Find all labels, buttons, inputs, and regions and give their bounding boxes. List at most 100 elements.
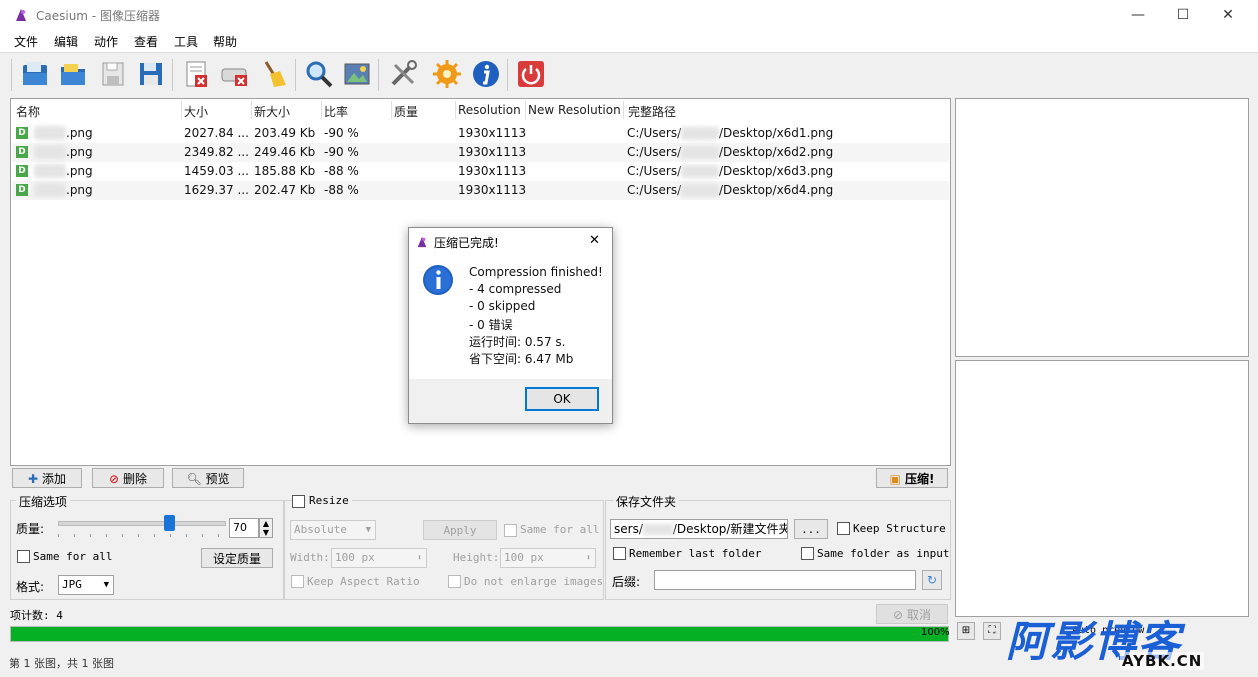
preview-icon[interactable] — [304, 59, 334, 89]
refresh-icon[interactable]: ↻ — [922, 570, 942, 590]
menu-action[interactable]: 动作 — [94, 33, 118, 50]
col-header-ratio[interactable]: 比率 — [324, 103, 348, 120]
column-divider[interactable] — [455, 101, 456, 119]
dialog-title: 压缩已完成! — [434, 236, 499, 250]
cell-new-size: 203.49 Kb — [254, 126, 316, 140]
maximize-button[interactable]: ☐ — [1163, 4, 1203, 26]
quality-slider[interactable] — [58, 515, 226, 538]
actual-size-icon[interactable]: ⛶ — [983, 622, 1001, 640]
table-row[interactable]: D .png 2349.82 ... 249.46 Kb -90 % 1930x… — [12, 143, 949, 162]
spin-arrows-icon[interactable]: ⬍ — [586, 549, 591, 567]
redacted-name — [34, 164, 66, 178]
remember-last-folder-checkbox[interactable] — [613, 547, 626, 560]
same-for-all-checkbox[interactable] — [17, 550, 30, 563]
cell-path-suffix: /Desktop/x6d4.png — [719, 183, 834, 197]
cell-new-size: 202.47 Kb — [254, 183, 316, 197]
resize-same-for-all-checkbox[interactable] — [504, 524, 517, 537]
column-divider[interactable] — [321, 101, 322, 119]
format-select[interactable]: JPG ▼ — [58, 575, 114, 595]
same-folder-as-input-checkbox[interactable] — [801, 547, 814, 560]
forbidden-icon: ⊘ — [109, 472, 120, 486]
suffix-input[interactable] — [654, 570, 916, 590]
resize-mode-value: Absolute — [294, 523, 347, 536]
resize-mode-select[interactable]: Absolute ▼ — [290, 520, 376, 540]
watermark-subtitle: AYBK.CN — [1120, 652, 1205, 670]
width-value: 100 px — [335, 551, 375, 564]
cell-name: .png — [66, 164, 93, 178]
clear-list-icon[interactable] — [220, 59, 250, 89]
table-row[interactable]: D .png 2027.84 ... 203.49 Kb -90 % 1930x… — [12, 124, 949, 143]
column-divider[interactable] — [251, 101, 252, 119]
remove-item-icon[interactable] — [181, 59, 211, 89]
compression-options-legend: 压缩选项 — [16, 493, 71, 510]
toolbar-separator — [507, 59, 508, 91]
col-header-new-resolution[interactable]: New Resolution — [528, 103, 621, 117]
exit-icon[interactable] — [516, 59, 546, 89]
redacted-username — [642, 524, 673, 535]
cell-path-prefix: C:/Users/ — [627, 145, 682, 159]
progress-fill — [11, 627, 948, 641]
apply-resize-button[interactable]: Apply — [423, 520, 497, 540]
chevron-down-icon: ▼ — [365, 525, 371, 535]
open-folder-icon[interactable] — [58, 59, 88, 89]
menu-view[interactable]: 查看 — [134, 33, 158, 50]
compression-finished-dialog: 压缩已完成! ✕ Compression finished! - 4 compr… — [408, 227, 613, 424]
menu-file[interactable]: 文件 — [14, 33, 38, 50]
image-file-icon: D — [16, 184, 28, 196]
info-icon[interactable] — [471, 59, 501, 89]
settings-icon[interactable] — [388, 59, 418, 89]
ok-button[interactable]: OK — [525, 387, 599, 411]
clean-icon[interactable] — [258, 59, 288, 89]
remove-button[interactable]: ⊘ 删除 — [92, 468, 164, 488]
menu-help[interactable]: 帮助 — [213, 33, 237, 50]
dialog-close-button[interactable]: ✕ — [589, 233, 600, 248]
width-input[interactable]: 100 px ⬍ — [331, 548, 427, 568]
save-icon[interactable] — [98, 59, 128, 89]
dialog-message-line: - 0 skipped — [469, 299, 536, 313]
cancel-button[interactable]: ⊘ 取消 — [876, 604, 948, 624]
plugins-icon[interactable] — [432, 59, 462, 89]
fit-to-window-icon[interactable]: ⊞ — [957, 622, 975, 640]
col-header-size[interactable]: 大小 — [184, 103, 208, 120]
col-header-new-size[interactable]: 新大小 — [254, 103, 290, 120]
height-input[interactable]: 100 px ⬍ — [500, 548, 596, 568]
close-window-button[interactable]: ✕ — [1208, 4, 1248, 26]
spin-arrows-icon[interactable]: ⬍ — [417, 549, 422, 567]
keep-aspect-ratio-checkbox[interactable] — [291, 575, 304, 588]
image-preview-icon[interactable] — [342, 59, 372, 89]
slider-thumb[interactable] — [164, 515, 175, 531]
table-row[interactable]: D .png 1629.37 ... 202.47 Kb -88 % 1930x… — [12, 181, 949, 200]
col-header-quality[interactable]: 质量 — [394, 103, 418, 120]
output-folder-input[interactable]: sers/ /Desktop/新建文件夹 — [610, 519, 788, 539]
preview-button[interactable]: 🔍︎ 预览 — [172, 468, 244, 488]
column-divider[interactable] — [623, 101, 624, 119]
info-icon — [423, 265, 453, 295]
resize-legend: Resize — [306, 494, 352, 507]
col-header-name[interactable]: 名称 — [16, 103, 40, 120]
col-header-resolution[interactable]: Resolution — [458, 103, 521, 117]
dialog-body: Compression finished! - 4 compressed - 0… — [409, 256, 612, 379]
add-button-label: 添加 — [41, 472, 66, 486]
minimize-button[interactable]: — — [1118, 4, 1158, 26]
quality-spin-arrows[interactable]: ▲ ▼ — [259, 518, 273, 538]
progress-label: 100% — [921, 627, 950, 638]
set-quality-button[interactable]: 设定质量 — [201, 548, 273, 568]
table-row[interactable]: D .png 1459.03 ... 185.88 Kb -88 % 1930x… — [12, 162, 949, 181]
item-count: 项计数: 4 — [10, 609, 63, 622]
column-divider[interactable] — [391, 101, 392, 119]
add-button[interactable]: ✚ 添加 — [12, 468, 82, 488]
open-files-icon[interactable] — [20, 59, 50, 89]
menu-edit[interactable]: 编辑 — [54, 33, 78, 50]
do-not-enlarge-checkbox[interactable] — [448, 575, 461, 588]
column-divider[interactable] — [181, 101, 182, 119]
resize-checkbox[interactable] — [292, 495, 305, 508]
browse-button[interactable]: ... — [794, 519, 828, 539]
keep-structure-checkbox[interactable] — [837, 522, 850, 535]
col-header-full-path[interactable]: 完整路径 — [628, 103, 676, 120]
compress-button[interactable]: ▣ 压缩! — [876, 468, 948, 488]
column-divider[interactable] — [525, 101, 526, 119]
menu-tools[interactable]: 工具 — [174, 33, 198, 50]
save-as-icon[interactable] — [136, 59, 166, 89]
quality-spinbox[interactable]: 70 — [229, 518, 259, 538]
cell-resolution: 1930x1113 — [458, 126, 527, 140]
